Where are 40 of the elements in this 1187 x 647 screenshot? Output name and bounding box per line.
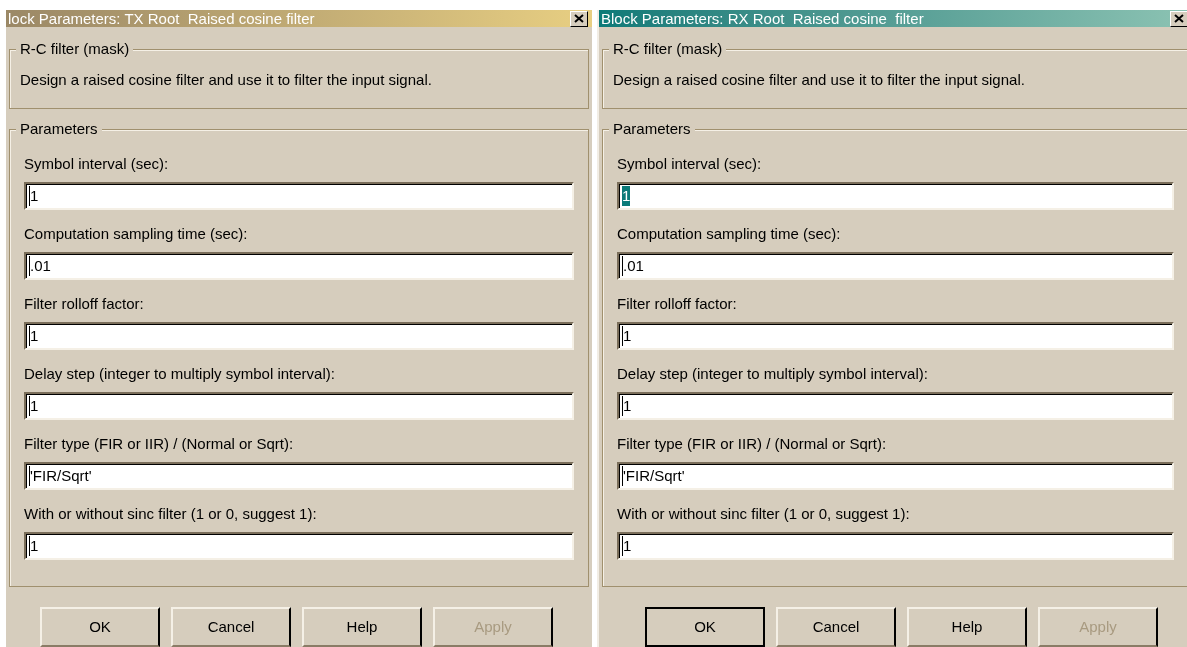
input-field[interactable]: .01 bbox=[24, 252, 574, 280]
input-field[interactable]: .01 bbox=[617, 252, 1174, 280]
field-label: With or without sinc filter (1 or 0, suggest 1): bbox=[617, 504, 911, 524]
field-label: Computation sampling time (sec): bbox=[617, 224, 842, 244]
field-label: Filter rolloff factor: bbox=[24, 294, 145, 314]
field-label: Symbol interval (sec): bbox=[24, 154, 170, 174]
close-button[interactable] bbox=[570, 10, 588, 27]
input-field[interactable]: 1 bbox=[617, 322, 1174, 350]
input-field[interactable]: 'FIR/Sqrt' bbox=[617, 462, 1174, 490]
field-label: Filter rolloff factor: bbox=[617, 294, 738, 314]
window-title: lock Parameters: TX Root Raised cosine filter bbox=[8, 11, 315, 26]
field-label: With or without sinc filter (1 or 0, suggest 1): bbox=[24, 504, 318, 524]
dialog-button[interactable]: Help bbox=[907, 607, 1027, 647]
input-field[interactable]: 1 bbox=[617, 182, 1174, 210]
input-field[interactable]: 1 bbox=[617, 392, 1174, 420]
input-field[interactable]: 1 bbox=[617, 532, 1174, 560]
field-label: Delay step (integer to multiply symbol interval): bbox=[617, 364, 929, 384]
close-button[interactable] bbox=[1170, 10, 1187, 27]
input-field[interactable]: 1 bbox=[24, 322, 574, 350]
field-label: Delay step (integer to multiply symbol interval): bbox=[24, 364, 336, 384]
field-label: Filter type (FIR or IIR) / (Normal or Sqrt): bbox=[24, 434, 295, 454]
description-text: Design a raised cosine filter and use it to filter the input signal. bbox=[613, 69, 1025, 90]
window-title: Block Parameters: RX Root Raised cosine filter bbox=[601, 11, 924, 26]
close-icon bbox=[1174, 14, 1184, 23]
input-field[interactable]: 'FIR/Sqrt' bbox=[24, 462, 574, 490]
dialog-button[interactable]: OK bbox=[40, 607, 160, 647]
dialog-button[interactable]: OK bbox=[645, 607, 765, 647]
input-field[interactable]: 1 bbox=[24, 532, 574, 560]
dialog-button[interactable]: Cancel bbox=[776, 607, 896, 647]
group-label: R-C filter (mask) bbox=[16, 40, 134, 58]
close-icon bbox=[574, 14, 584, 23]
dialog-button[interactable]: Help bbox=[302, 607, 422, 647]
description-text: Design a raised cosine filter and use it to filter the input signal. bbox=[20, 69, 432, 90]
field-label: Symbol interval (sec): bbox=[617, 154, 763, 174]
group-label: R-C filter (mask) bbox=[609, 40, 727, 58]
field-label: Filter type (FIR or IIR) / (Normal or Sqrt): bbox=[617, 434, 888, 454]
input-field[interactable]: 1 bbox=[24, 392, 574, 420]
input-field[interactable]: 1 bbox=[24, 182, 574, 210]
field-label: Computation sampling time (sec): bbox=[24, 224, 249, 244]
dialog-button[interactable]: Cancel bbox=[171, 607, 291, 647]
